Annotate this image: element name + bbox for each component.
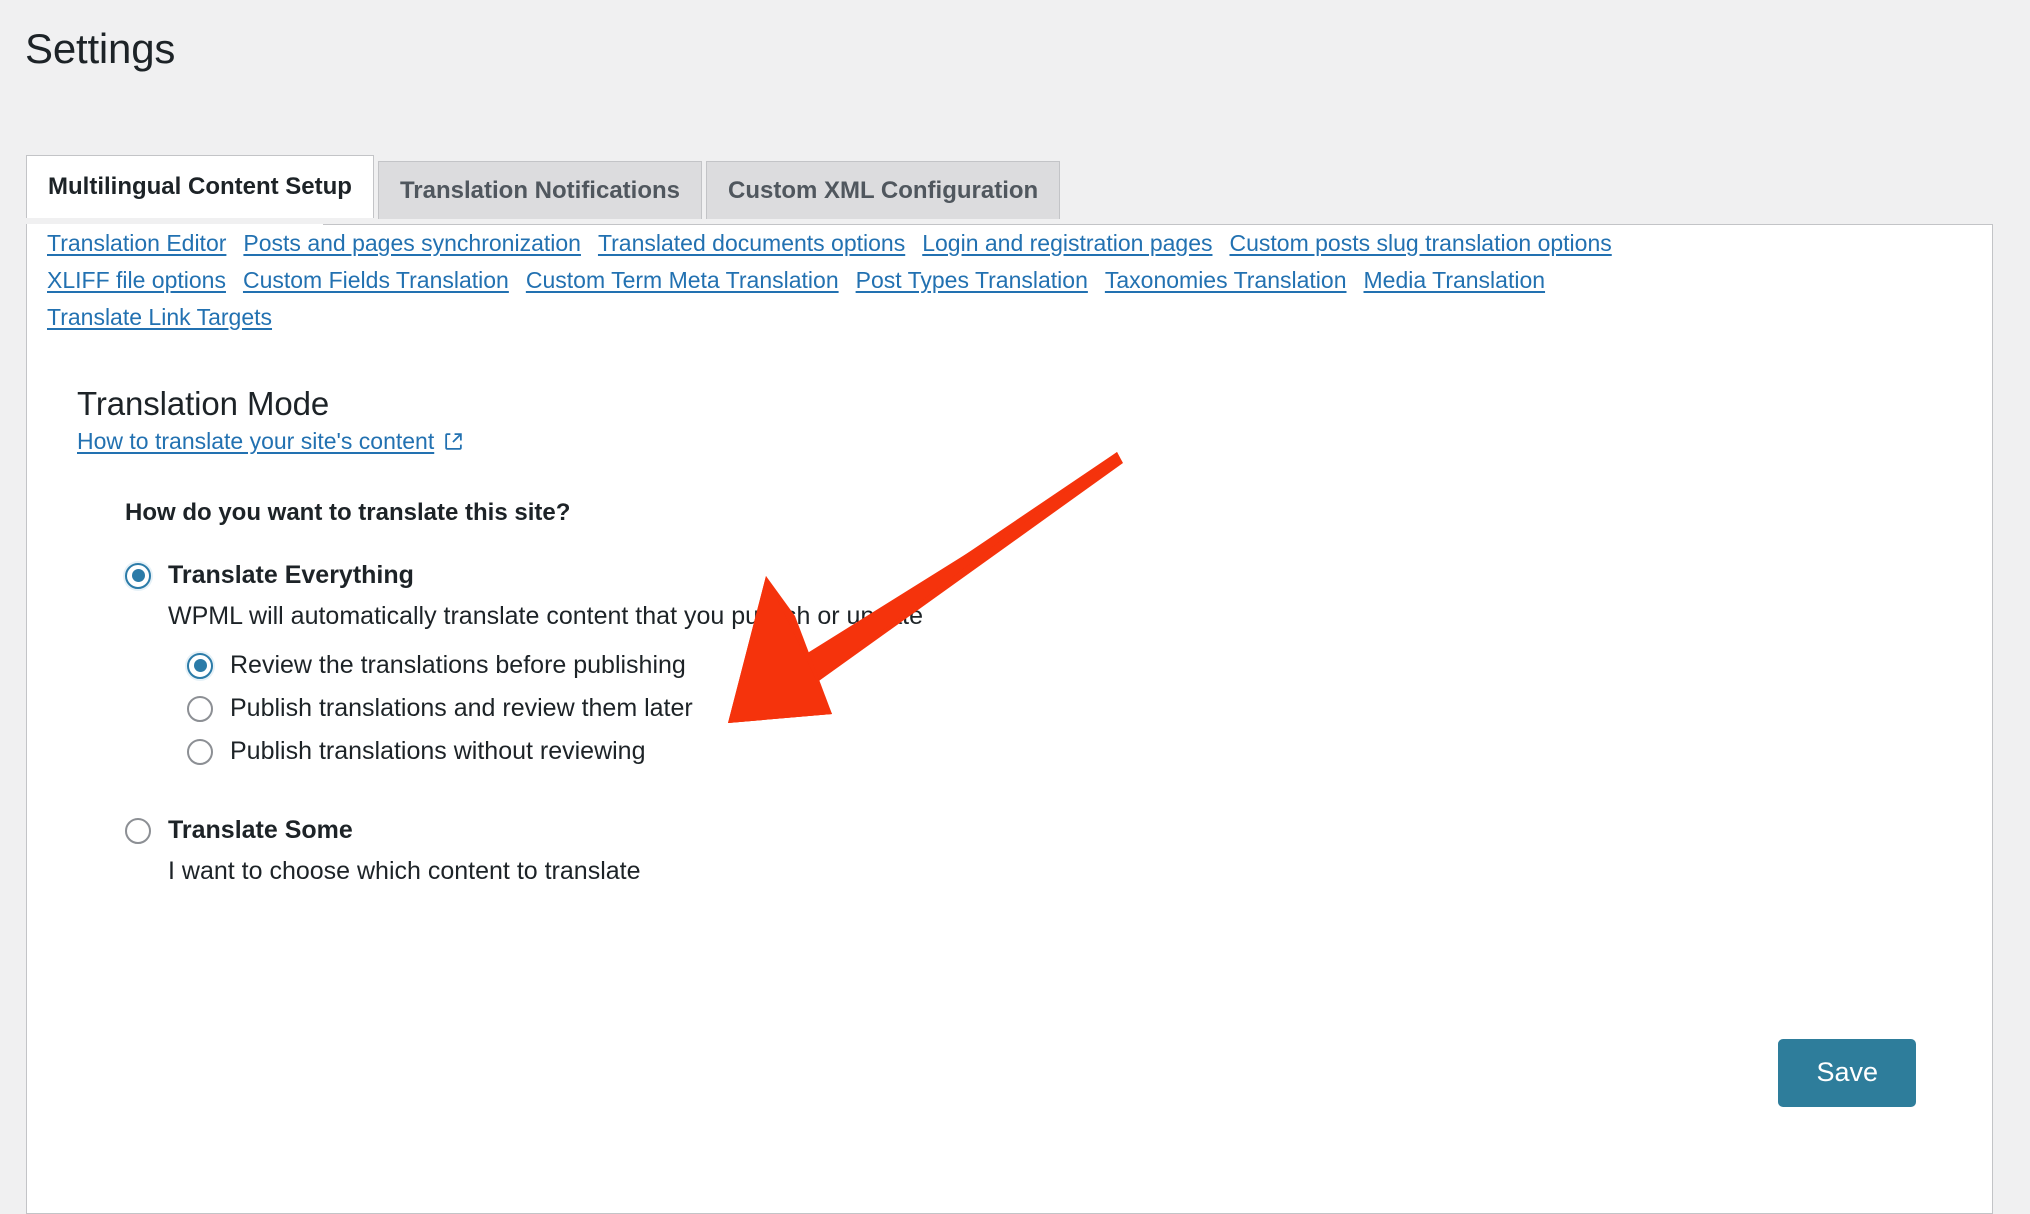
quick-links-row-3: Translate Link Targets — [47, 299, 1957, 336]
link-custom-posts-slug-translation-options[interactable]: Custom posts slug translation options — [1229, 225, 1611, 262]
radio-publish-and-review-later[interactable] — [187, 695, 213, 722]
link-translation-editor[interactable]: Translation Editor — [47, 225, 226, 262]
external-link-icon[interactable] — [443, 431, 464, 452]
suboption-review-before-publishing-label: Review the translations before publishin… — [230, 650, 686, 679]
option-translate-some: Translate Some I want to choose which co… — [125, 814, 1577, 888]
option-translate-some-description: I want to choose which content to transl… — [168, 857, 641, 886]
tab-multilingual-content-setup[interactable]: Multilingual Content Setup — [26, 155, 374, 218]
link-posts-and-pages-synchronization[interactable]: Posts and pages synchronization — [243, 225, 581, 262]
suboption-publish-without-reviewing-label: Publish translations without reviewing — [230, 737, 646, 766]
translation-mode-section: Translation Mode How to translate your s… — [77, 385, 1577, 888]
suboption-publish-without-reviewing: Publish translations without reviewing — [187, 736, 1577, 767]
translate-everything-suboptions: Review the translations before publishin… — [187, 650, 1577, 768]
link-how-to-translate-your-sites-content[interactable]: How to translate your site's content — [77, 428, 434, 455]
option-translate-everything: Translate Everything WPML will automatic… — [125, 559, 1577, 768]
link-taxonomies-translation[interactable]: Taxonomies Translation — [1105, 262, 1347, 299]
suboption-publish-and-review-later-label: Publish translations and review them lat… — [230, 694, 693, 723]
link-translate-link-targets[interactable]: Translate Link Targets — [47, 299, 272, 336]
link-post-types-translation[interactable]: Post Types Translation — [856, 262, 1088, 299]
translation-mode-question: How do you want to translate this site? — [125, 498, 571, 526]
radio-translate-some[interactable] — [125, 817, 151, 844]
link-custom-term-meta-translation[interactable]: Custom Term Meta Translation — [526, 262, 839, 299]
radio-publish-without-reviewing[interactable] — [187, 739, 213, 766]
content-panel: Translation Editor Posts and pages synch… — [26, 224, 1993, 1214]
link-translated-documents-options[interactable]: Translated documents options — [598, 225, 905, 262]
quick-links-row-1: Translation Editor Posts and pages synch… — [47, 225, 1957, 262]
suboption-review-before-publishing: Review the translations before publishin… — [187, 650, 1577, 681]
link-xliff-file-options[interactable]: XLIFF file options — [47, 262, 226, 299]
option-translate-everything-label: Translate Everything — [168, 560, 414, 589]
link-custom-fields-translation[interactable]: Custom Fields Translation — [243, 262, 509, 299]
tab-strip: Multilingual Content Setup Translation N… — [26, 155, 1064, 219]
quick-links-row-2: XLIFF file options Custom Fields Transla… — [47, 262, 1957, 299]
page-title: Settings — [25, 25, 176, 72]
option-translate-some-row: Translate Some — [125, 814, 1577, 847]
tab-custom-xml-configuration[interactable]: Custom XML Configuration — [706, 161, 1061, 219]
radio-review-before-publishing[interactable] — [187, 652, 213, 679]
option-spacer — [77, 768, 1577, 814]
settings-page: Settings Multilingual Content Setup Tran… — [0, 0, 2030, 1214]
link-media-translation[interactable]: Media Translation — [1364, 262, 1546, 299]
option-translate-some-label: Translate Some — [168, 815, 353, 844]
link-login-and-registration-pages[interactable]: Login and registration pages — [922, 225, 1212, 262]
translation-mode-heading: Translation Mode — [77, 385, 330, 422]
save-button[interactable]: Save — [1778, 1039, 1916, 1107]
option-translate-everything-row: Translate Everything — [125, 559, 1577, 592]
suboption-publish-and-review-later: Publish translations and review them lat… — [187, 693, 1577, 724]
option-translate-everything-description: WPML will automatically translate conten… — [168, 602, 924, 631]
tab-translation-notifications[interactable]: Translation Notifications — [377, 161, 702, 219]
quick-links-nav: Translation Editor Posts and pages synch… — [47, 225, 1957, 336]
radio-translate-everything[interactable] — [125, 562, 151, 589]
translation-mode-help-row: How to translate your site's content — [77, 428, 1577, 455]
